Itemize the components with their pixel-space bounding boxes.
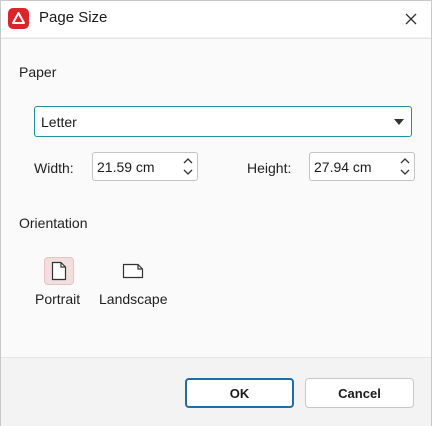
landscape-label[interactable]: Landscape	[99, 291, 168, 307]
title-bar: Page Size	[1, 1, 431, 37]
portrait-page-icon	[51, 261, 67, 281]
close-icon	[405, 13, 417, 25]
orientation-section-label: Orientation	[19, 215, 88, 231]
dialog-footer: OK Cancel	[1, 357, 431, 426]
paper-size-value: Letter	[41, 114, 77, 130]
height-increment-icon[interactable]	[400, 157, 410, 165]
app-logo-icon	[8, 8, 29, 29]
width-field[interactable]: 21.59 cm	[92, 152, 198, 181]
close-button[interactable]	[397, 5, 425, 33]
page-size-dialog: Page Size Paper Letter Width: 21.59 cm H…	[0, 0, 432, 426]
height-value: 27.94 cm	[314, 159, 372, 175]
width-increment-icon[interactable]	[183, 157, 193, 165]
width-label: Width:	[34, 160, 74, 176]
dialog-title: Page Size	[39, 9, 108, 26]
portrait-label[interactable]: Portrait	[35, 291, 80, 307]
portrait-button[interactable]	[44, 257, 74, 285]
dialog-body: Paper Letter Width: 21.59 cm Height: 27.…	[1, 38, 431, 357]
height-label: Height:	[247, 160, 292, 176]
paper-size-select[interactable]: Letter	[34, 106, 412, 137]
cancel-button[interactable]: Cancel	[305, 378, 414, 408]
ok-button[interactable]: OK	[185, 378, 294, 408]
height-field[interactable]: 27.94 cm	[309, 152, 415, 181]
width-value: 21.59 cm	[97, 159, 155, 175]
landscape-page-icon	[122, 263, 144, 279]
height-decrement-icon[interactable]	[400, 168, 410, 176]
landscape-button[interactable]	[118, 257, 148, 285]
paper-section-label: Paper	[19, 64, 57, 80]
chevron-down-icon	[394, 119, 404, 125]
width-decrement-icon[interactable]	[183, 168, 193, 176]
